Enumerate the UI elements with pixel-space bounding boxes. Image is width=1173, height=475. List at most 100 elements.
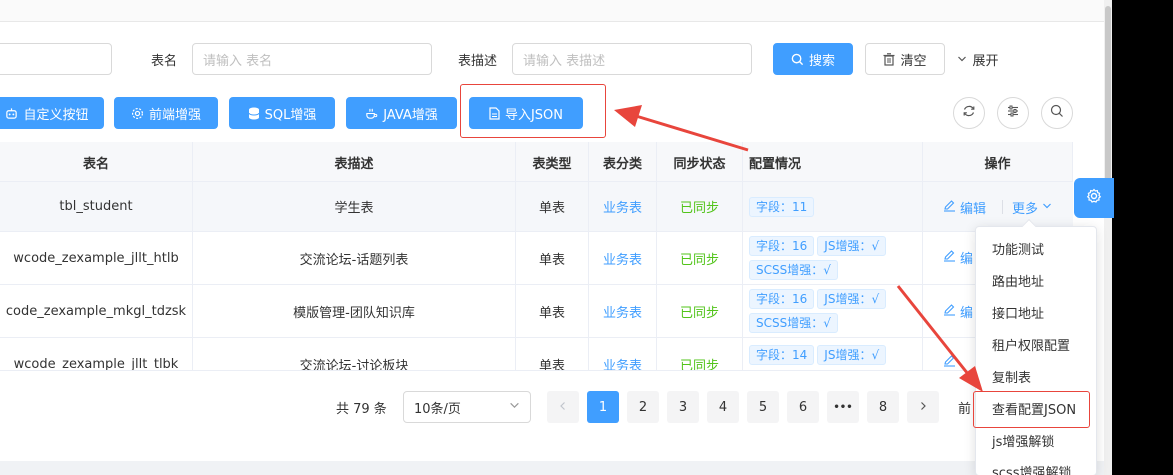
column-settings-button[interactable]: [997, 97, 1029, 129]
search-button[interactable]: 搜索: [773, 43, 853, 75]
page-bottom-background: [0, 461, 1112, 475]
view-config-json-highlight-box: [973, 391, 1090, 428]
table-bottom-border: [0, 370, 1073, 371]
custom-button-button[interactable]: 自定义按钮: [0, 97, 104, 129]
clear-button-label: 清空: [900, 53, 927, 69]
chevron-down-icon: [957, 54, 967, 64]
previous-filter-input[interactable]: [0, 43, 112, 75]
cell-table-name: code_zexample_mkgl_tdzsk: [0, 285, 193, 337]
edit-label: 编: [960, 252, 974, 267]
search-button-label: 搜索: [808, 53, 835, 69]
header-config[interactable]: 配置情况: [743, 142, 923, 182]
more-dropdown-trigger[interactable]: 更多: [1012, 198, 1052, 217]
table-row[interactable]: code_zexample_mkgl_tdzsk 模版管理-团队知识库 单表 业…: [0, 285, 1073, 338]
config-tag: JS增强：√: [817, 236, 887, 256]
page-5-button[interactable]: 5: [747, 391, 779, 423]
menu-item-tenant-permission[interactable]: 租户权限配置: [976, 328, 1096, 360]
cell-table-type: 单表: [516, 285, 589, 337]
table-name-placeholder: 请输入 表名: [203, 53, 273, 69]
header-table-type[interactable]: 表类型: [516, 142, 589, 182]
vertical-scrollbar[interactable]: [1104, 0, 1112, 475]
page-2-button[interactable]: 2: [627, 391, 659, 423]
header-table-desc[interactable]: 表描述: [193, 142, 516, 182]
sql-enhance-label: SQL增强: [264, 107, 317, 123]
chevron-down-icon: [1042, 200, 1052, 215]
chevron-right-icon: [918, 400, 928, 415]
expand-button[interactable]: 展开: [952, 43, 1004, 75]
edit-button[interactable]: [943, 354, 956, 371]
cell-table-desc: 交流论坛-讨论板块: [193, 338, 516, 370]
table-desc-input[interactable]: 请输入 表描述: [512, 43, 752, 75]
cell-table-name: tbl_student: [0, 182, 193, 231]
table-name-label: 表名: [151, 53, 178, 69]
header-table-name[interactable]: 表名: [0, 142, 193, 182]
cell-config: 字段：16 JS增强：√ SCSS增强：√: [743, 232, 923, 284]
page-4-button[interactable]: 4: [707, 391, 739, 423]
scrollbar-thumb[interactable]: [1105, 6, 1111, 182]
chevron-down-icon: [509, 400, 520, 415]
more-label: 更多: [1012, 202, 1039, 217]
goto-label: 前: [958, 401, 972, 417]
cell-sync-status: 已同步: [657, 232, 743, 284]
cell-sync-status: 已同步: [657, 182, 743, 231]
menu-item-api-address[interactable]: 接口地址: [976, 296, 1096, 328]
table-row[interactable]: tbl_student 学生表 单表 业务表 已同步 字段：11: [0, 182, 1073, 232]
cell-table-category[interactable]: 业务表: [589, 285, 657, 337]
edit-button[interactable]: 编: [943, 248, 973, 267]
cell-table-category[interactable]: 业务表: [589, 232, 657, 284]
refresh-button[interactable]: [953, 97, 985, 129]
refresh-icon: [962, 104, 976, 122]
sql-enhance-button[interactable]: SQL增强: [229, 97, 335, 129]
page-size-select[interactable]: 10条/页: [403, 391, 531, 423]
config-tag: SCSS增强：√: [749, 313, 838, 333]
edit-icon: [943, 199, 956, 216]
edit-button[interactable]: 编: [943, 302, 973, 321]
menu-item-copy-table[interactable]: 复制表: [976, 360, 1096, 392]
robot-icon: [5, 107, 18, 120]
cell-table-category[interactable]: 业务表: [589, 182, 657, 231]
prev-page-button[interactable]: [547, 391, 579, 423]
frontend-enhance-button[interactable]: 前端增强: [114, 97, 218, 129]
settings-float-button[interactable]: [1074, 178, 1114, 218]
table-name-input[interactable]: 请输入 表名: [192, 43, 432, 75]
search-icon: [1050, 104, 1064, 122]
chevron-left-icon: [558, 400, 568, 415]
config-tag: 字段：16: [749, 236, 815, 256]
table-row[interactable]: wcode_zexample_jllt_tlbk 交流论坛-讨论板块 单表 业务…: [0, 338, 1073, 370]
cell-table-type: 单表: [516, 182, 589, 231]
panel-top-edge: [0, 0, 1112, 22]
next-page-button[interactable]: [907, 391, 939, 423]
header-sync-status[interactable]: 同步状态: [657, 142, 743, 182]
edit-button[interactable]: 编辑: [943, 198, 986, 217]
toggle-search-button[interactable]: [1041, 97, 1073, 129]
import-json-highlight-box: [460, 84, 606, 138]
clear-button[interactable]: 清空: [865, 43, 945, 75]
config-tag: JS增强：√: [817, 345, 887, 365]
page-6-button[interactable]: 6: [787, 391, 819, 423]
page-3-button[interactable]: 3: [667, 391, 699, 423]
menu-item-js-unlock[interactable]: js增强解锁: [976, 424, 1096, 456]
edit-icon: [943, 249, 956, 266]
menu-item-scss-unlock[interactable]: scss增强解锁: [976, 456, 1096, 475]
header-table-category[interactable]: 表分类: [589, 142, 657, 182]
cell-table-type: 单表: [516, 232, 589, 284]
page-8-button[interactable]: 8: [867, 391, 899, 423]
config-tag: 字段：16: [749, 289, 815, 309]
edit-icon: [943, 303, 956, 320]
table-row[interactable]: wcode_zexample_jllt_htlb 交流论坛-话题列表 单表 业务…: [0, 232, 1073, 285]
menu-item-route-address[interactable]: 路由地址: [976, 264, 1096, 296]
cell-table-category[interactable]: 业务表: [589, 338, 657, 370]
edit-label: 编: [960, 306, 974, 321]
config-tag: 字段：14: [749, 345, 815, 365]
coffee-cup-icon: [365, 107, 378, 120]
sliders-icon: [1006, 104, 1020, 122]
java-enhance-button[interactable]: JAVA增强: [346, 97, 457, 129]
page-1-button[interactable]: 1: [587, 391, 619, 423]
page-ellipsis[interactable]: •••: [827, 391, 859, 423]
page-size-value: 10条/页: [414, 401, 461, 417]
more-actions-dropdown: 功能测试 路由地址 接口地址 租户权限配置 复制表 查看配置JSON js增强解…: [975, 218, 1097, 475]
cell-table-type: 单表: [516, 338, 589, 370]
menu-item-function-test[interactable]: 功能测试: [976, 232, 1096, 264]
cell-sync-status: 已同步: [657, 338, 743, 370]
trash-icon: [883, 52, 895, 66]
